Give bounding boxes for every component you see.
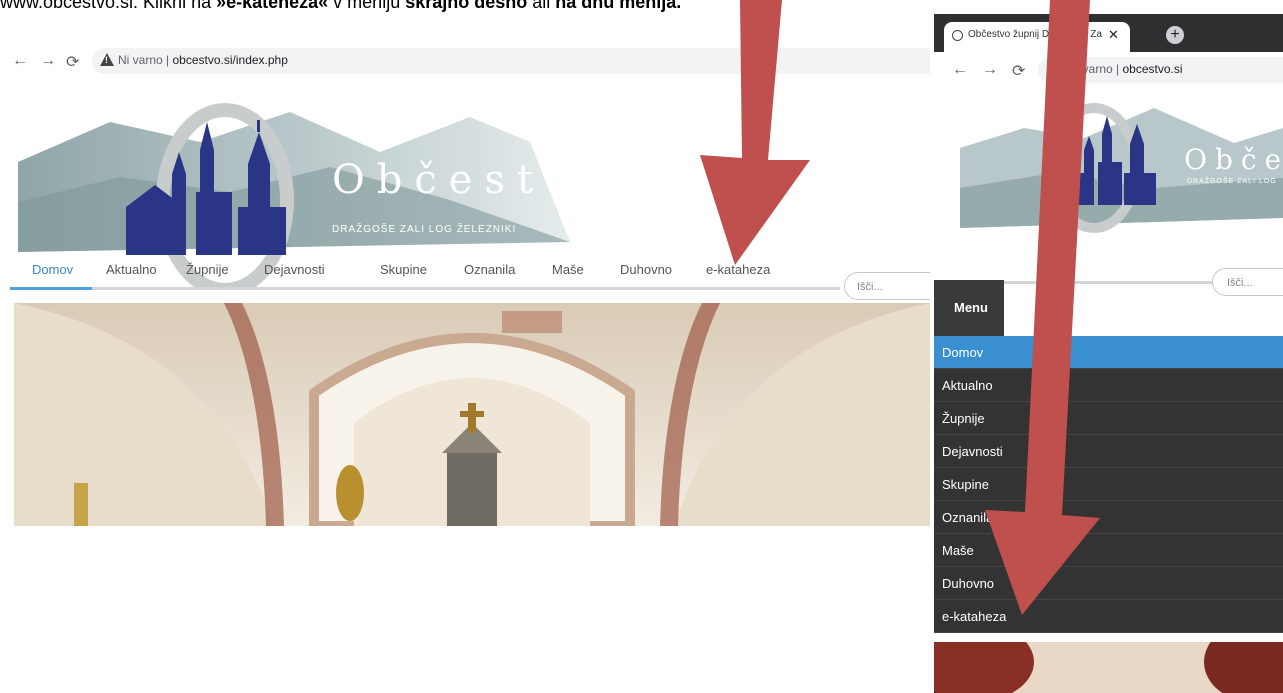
menu-item-dejavnosti[interactable]: Dejavnosti xyxy=(934,435,1283,468)
address-bar[interactable]: Ni varno | obcestvo.si/index.php xyxy=(92,48,930,74)
menu-item-aktualno[interactable]: Aktualno xyxy=(934,369,1283,402)
browser-toolbar: ← → ⟳ Ni varno | obcestvo.si xyxy=(934,52,1283,88)
mobile-menu: Domov Aktualno Župnije Dejavnosti Skupin… xyxy=(934,336,1283,633)
tab-title: Občestvo župnij Dražgoše, Zali Log xyxy=(968,29,1102,40)
nav-item-aktualno[interactable]: Aktualno xyxy=(106,262,157,277)
browser-toolbar: ← → ⟳ Ni varno | obcestvo.si/index.php xyxy=(0,40,930,82)
nav-item-mase[interactable]: Maše xyxy=(552,262,584,277)
nav-item-dejavnosti[interactable]: Dejavnosti xyxy=(264,262,325,277)
instruction-text: www.obcestvo.si. Klikni na »e-kateheza« … xyxy=(0,0,682,12)
close-icon[interactable]: ✕ xyxy=(1108,27,1119,43)
site-header: Občes DRAŽGOŠE ZALI LOG Išči... xyxy=(934,88,1283,296)
logo-title: Občestvo xyxy=(332,157,616,203)
menu-item-e-kataheza[interactable]: e-kataheza xyxy=(934,600,1283,633)
nav-item-skupine[interactable]: Skupine xyxy=(380,262,427,277)
globe-icon xyxy=(952,30,963,41)
nav-item-oznanila[interactable]: Oznanila xyxy=(464,262,515,277)
nav-item-e-kataheza[interactable]: e-kataheza xyxy=(706,262,770,277)
menu-item-mase[interactable]: Maše xyxy=(934,534,1283,567)
logo-subtitle: DRAŽGOŠE ZALI LOG xyxy=(1187,178,1277,185)
hero-image xyxy=(14,303,930,526)
reload-icon[interactable]: ⟳ xyxy=(1012,61,1025,81)
forward-icon[interactable]: → xyxy=(982,61,998,79)
warning-icon xyxy=(100,53,114,66)
logo-graphic xyxy=(960,103,1283,233)
search-input[interactable]: Išči... xyxy=(1212,268,1283,296)
main-nav: Domov Aktualno Župnije Dejavnosti Skupin… xyxy=(14,250,914,290)
back-icon[interactable]: ← xyxy=(12,52,28,70)
menu-button[interactable]: Menu xyxy=(934,280,1004,336)
reload-icon[interactable]: ⟳ xyxy=(66,52,79,72)
menu-item-oznanila[interactable]: Oznanila xyxy=(934,501,1283,534)
browser-tab[interactable]: Občestvo župnij Dražgoše, Zali Log ✕ xyxy=(944,22,1130,52)
forward-icon[interactable]: → xyxy=(40,52,56,70)
page-image xyxy=(934,642,1283,693)
logo-title: Občes xyxy=(1184,143,1283,176)
address-bar[interactable]: Ni varno | obcestvo.si xyxy=(1038,57,1283,83)
menu-item-skupine[interactable]: Skupine xyxy=(934,468,1283,501)
nav-item-zupnije[interactable]: Župnije xyxy=(186,262,229,277)
new-tab-icon[interactable]: + xyxy=(1166,26,1184,44)
menu-item-duhovno[interactable]: Duhovno xyxy=(934,567,1283,600)
tab-strip: Občestvo župnij Dražgoše, Zali Log ✕ + xyxy=(934,14,1283,52)
logo-subtitle: DRAŽGOŠE ZALI LOG ŽELEZNIKI xyxy=(332,224,517,235)
menu-item-zupnije[interactable]: Župnije xyxy=(934,402,1283,435)
church-interior-image xyxy=(14,303,930,526)
mobile-screenshot: Občestvo župnij Dražgoše, Zali Log ✕ + ←… xyxy=(934,14,1283,693)
back-icon[interactable]: ← xyxy=(952,61,968,79)
desktop-screenshot: ← → ⟳ Ni varno | obcestvo.si/index.php xyxy=(0,40,930,526)
nav-item-duhovno[interactable]: Duhovno xyxy=(620,262,672,277)
nav-item-domov[interactable]: Domov xyxy=(32,262,73,277)
menu-item-domov[interactable]: Domov xyxy=(934,336,1283,369)
